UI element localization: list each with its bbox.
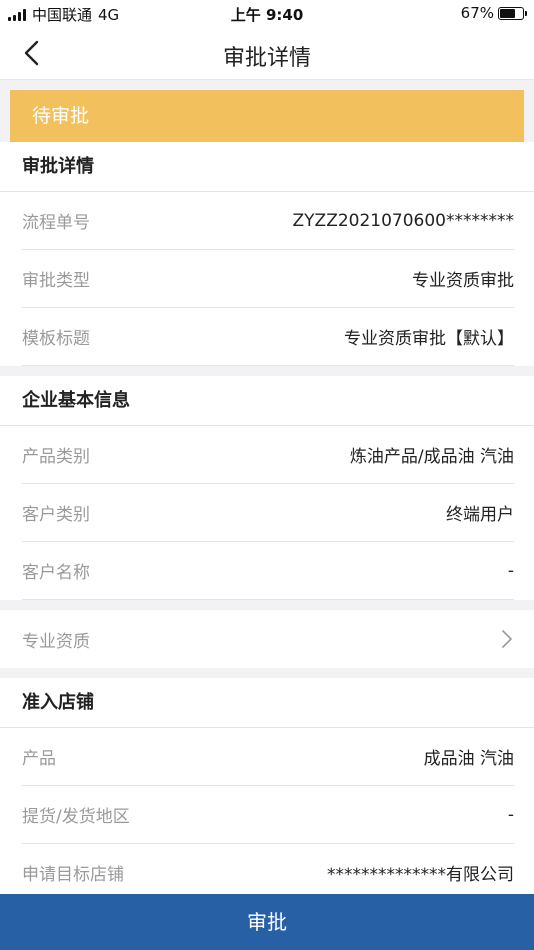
row-value: ZYZZ2021070600******** [292, 210, 514, 231]
section-title: 企业基本信息 [0, 376, 534, 426]
row-label: 客户类别 [22, 505, 90, 525]
row-value: 终端用户 [446, 505, 514, 525]
qualification-link[interactable]: 专业资质 [22, 610, 514, 668]
detail-row: 流程单号 ZYZZ2021070600******** [22, 192, 514, 250]
section-title: 审批详情 [0, 142, 534, 192]
row-value: **************有限公司 [327, 865, 514, 885]
row-label: 专业资质 [22, 631, 90, 652]
row-label: 流程单号 [22, 213, 90, 233]
row-value: 专业资质审批【默认】 [344, 329, 514, 349]
status-bar: 中国联通 4G 上午 9:40 67% [0, 0, 534, 28]
battery-percent: 67% [460, 4, 494, 22]
detail-row: 审批类型 专业资质审批 [22, 250, 514, 308]
detail-row: 客户类别 终端用户 [22, 484, 514, 542]
row-label: 客户名称 [22, 563, 90, 583]
section-title: 准入店铺 [0, 678, 534, 728]
clock: 上午 9:40 [230, 6, 304, 24]
approval-section: 审批详情 流程单号 ZYZZ2021070600******** 审批类型 专业… [0, 142, 534, 366]
detail-row: 产品类别 炼油产品/成品油 汽油 [22, 426, 514, 484]
row-value: - [507, 560, 514, 581]
nav-bar: 审批详情 [0, 28, 534, 80]
section-divider [0, 366, 534, 376]
row-label: 审批类型 [22, 271, 90, 291]
row-label: 产品 [22, 749, 56, 769]
approve-button[interactable]: 审批 [0, 894, 534, 950]
section-divider [0, 600, 534, 610]
qualification-section: 专业资质 [0, 610, 534, 668]
battery-icon [498, 6, 527, 20]
status-bar-right: 67% [460, 4, 527, 22]
detail-row: 产品 成品油 汽油 [22, 728, 514, 786]
row-value: 炼油产品/成品油 汽油 [349, 447, 514, 467]
row-label: 提货/发货地区 [22, 807, 130, 827]
row-value: 专业资质审批 [412, 271, 514, 291]
page-title: 审批详情 [222, 46, 311, 71]
row-value: - [507, 804, 514, 825]
main-content: 待审批 审批详情 流程单号 ZYZZ2021070600******** 审批类… [0, 80, 534, 902]
store-section: 准入店铺 产品 成品油 汽油 提货/发货地区 - 申请目标店铺 ********… [0, 678, 534, 902]
detail-row: 模板标题 专业资质审批【默认】 [22, 308, 514, 366]
status-badge: 待审批 [10, 90, 524, 142]
detail-row: 客户名称 - [22, 542, 514, 600]
chevron-right-icon [502, 630, 512, 648]
row-value: 成品油 汽油 [423, 749, 514, 769]
company-section: 企业基本信息 产品类别 炼油产品/成品油 汽油 客户类别 终端用户 客户名称 - [0, 376, 534, 600]
section-divider [0, 668, 534, 678]
row-label: 模板标题 [22, 329, 90, 349]
row-label: 申请目标店铺 [22, 865, 124, 885]
detail-row: 提货/发货地区 - [22, 786, 514, 844]
row-label: 产品类别 [22, 447, 90, 467]
